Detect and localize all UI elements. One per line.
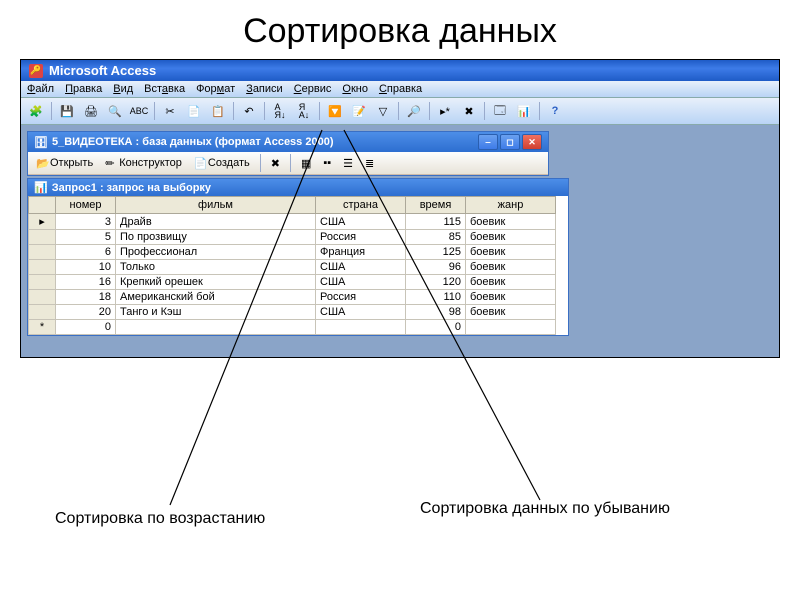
- callout-lines: [0, 0, 800, 600]
